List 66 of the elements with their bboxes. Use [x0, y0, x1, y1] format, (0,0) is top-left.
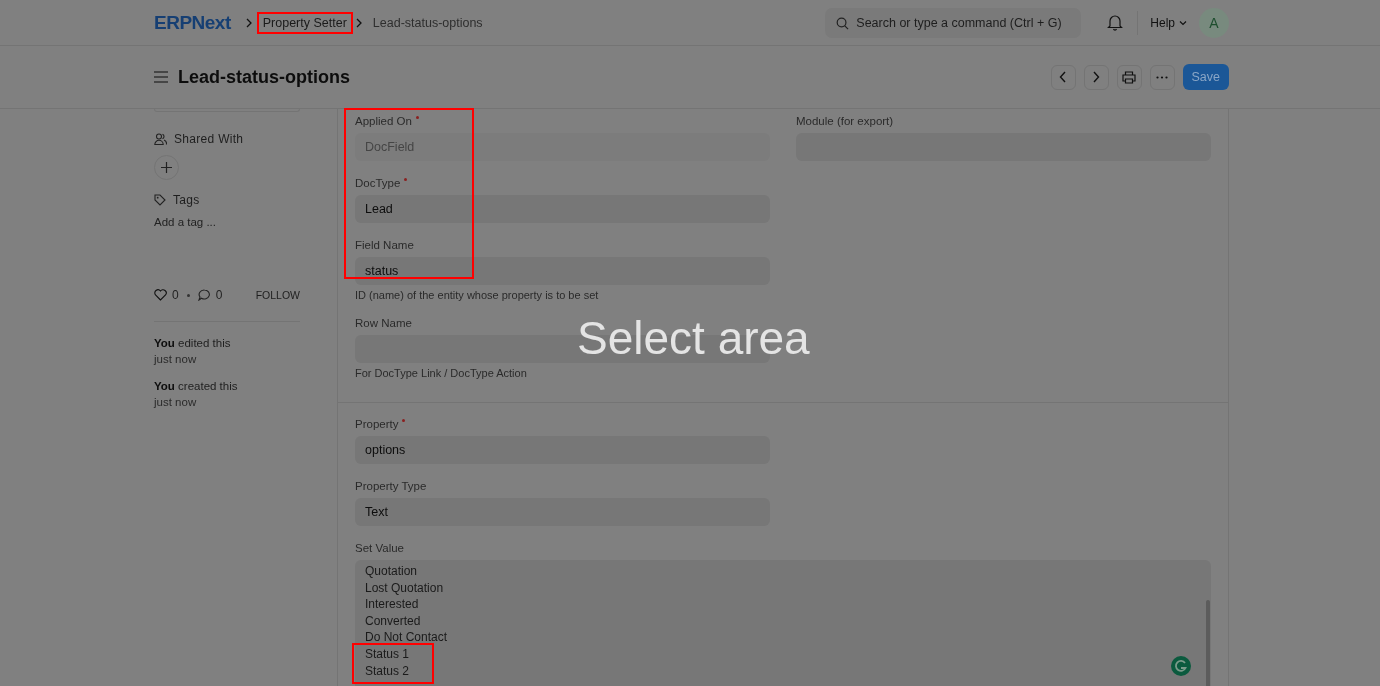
previous-button[interactable] [1050, 64, 1076, 90]
breadcrumb-link[interactable]: Lead-status-options [366, 11, 489, 34]
input-field[interactable]: Lead [355, 195, 770, 223]
chevron-right-icon [244, 17, 253, 28]
page-title: Lead-status-options [178, 66, 350, 88]
logo[interactable]: ERPNext [154, 11, 231, 34]
text-line: Converted [365, 612, 421, 630]
chevron-left-icon [1059, 71, 1067, 83]
field-label: Property Type [355, 479, 427, 494]
overlay-text: Select area [577, 311, 810, 365]
field-label: Field Name [355, 238, 414, 253]
next-button[interactable] [1083, 64, 1109, 90]
text-line: Do Not Contact [365, 629, 448, 646]
field-label: Row Name [355, 316, 412, 331]
like-count: 0 [172, 288, 179, 302]
input-field[interactable]: DocField [355, 133, 770, 161]
tags-label: Tags [173, 193, 200, 207]
field-description: For DocType Link / DocType Action [355, 367, 528, 379]
comment-count: 0 [215, 288, 223, 302]
text-line: Status 1 [365, 645, 410, 663]
field-description: ID (name) of the entity whose property is to be set [355, 289, 600, 301]
printer-icon [1122, 70, 1136, 84]
input-field[interactable]: options [355, 436, 770, 464]
avatar[interactable]: A [1199, 7, 1229, 38]
print-button[interactable] [1116, 64, 1142, 90]
required-mark-icon [415, 116, 419, 119]
tag-icon [154, 194, 166, 206]
required-mark-icon [404, 178, 408, 181]
circle-arc-icon[interactable] [1171, 656, 1191, 676]
field-label: Property [355, 415, 406, 433]
search-field[interactable]: Search or type a command (Ctrl + G) [825, 7, 1082, 38]
input-field[interactable]: Text [355, 498, 770, 526]
field-label: DocType [355, 174, 408, 192]
text-line: Status 2 [365, 662, 410, 680]
required-mark-icon [402, 419, 406, 422]
search-icon [836, 16, 850, 30]
text-line: Quotation [365, 563, 418, 580]
field-label: Applied On [355, 112, 419, 130]
dots-icon [1156, 75, 1168, 79]
bell-icon[interactable] [1107, 14, 1124, 31]
text-line: Lost Quotation [365, 579, 444, 597]
add-share-button[interactable] [154, 155, 179, 180]
activity-time: just now [154, 352, 198, 367]
heart-icon[interactable] [154, 289, 167, 301]
menu-icon[interactable] [154, 71, 168, 83]
activity-text: You created this [154, 379, 239, 394]
follow-link[interactable]: FOLLOW [255, 289, 300, 301]
field-label: Module (for export) [796, 114, 894, 129]
save-button[interactable]: Save [1182, 64, 1229, 90]
help-menu[interactable]: Help [1150, 15, 1187, 30]
activity-text: You edited this [154, 336, 232, 351]
shared-with-label: Shared With [174, 132, 244, 146]
chevron-right-icon [354, 17, 363, 28]
text-area[interactable]: Quotation Lost Quotation Interested Converted Do Not Contact Status 1 Status 2 [355, 560, 1211, 686]
caret-icon [1179, 19, 1187, 26]
add-tag-link[interactable]: Add a tag ... [154, 216, 300, 228]
users-icon [154, 133, 167, 145]
separator-dot [186, 293, 190, 297]
breadcrumb-link[interactable]: Property Setter [256, 11, 353, 34]
text-line: Interested [365, 596, 419, 613]
input-field[interactable]: status [355, 257, 770, 285]
field-label: Set Value [355, 541, 404, 556]
chevron-right-icon [1092, 71, 1100, 83]
plus-icon [161, 162, 172, 173]
activity-time: just now [154, 395, 198, 410]
comment-icon[interactable] [197, 289, 211, 301]
